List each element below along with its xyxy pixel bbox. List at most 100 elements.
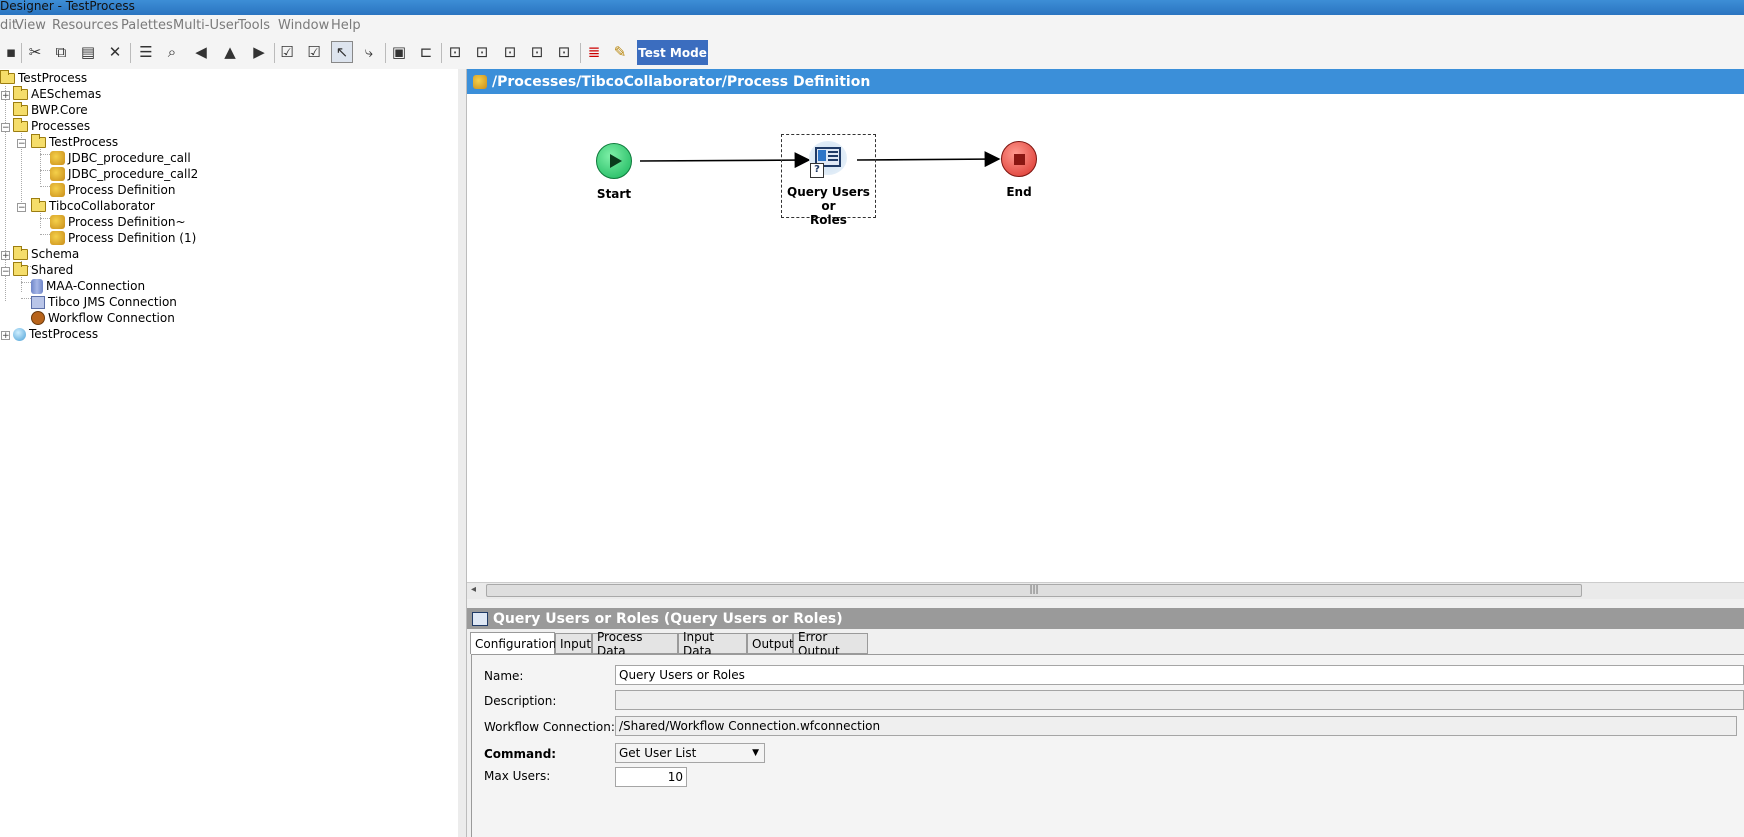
save-icon[interactable]: ▪ bbox=[0, 41, 22, 63]
forward-icon[interactable]: ▶ bbox=[248, 41, 270, 63]
menu-multi-user[interactable]: Multi-User bbox=[173, 18, 239, 33]
description-label: Description: bbox=[484, 694, 557, 708]
tree-label: Processes bbox=[31, 119, 91, 133]
transition-arrows bbox=[639, 151, 1001, 169]
validate-all-icon[interactable]: ☑ bbox=[303, 41, 325, 63]
query-users-activity-icon bbox=[472, 611, 488, 626]
tree-item-process-definition-tilde[interactable]: Process Definition~ bbox=[50, 214, 186, 230]
align-bottom-icon[interactable]: ⊡ bbox=[553, 41, 575, 63]
max-users-field[interactable]: 10 bbox=[615, 767, 687, 787]
workflow-connection-icon bbox=[31, 311, 45, 325]
tree-item-maa-connection[interactable]: MAA-Connection bbox=[31, 278, 145, 294]
tree-item-processes[interactable]: Processes bbox=[13, 117, 91, 134]
select-tool-icon[interactable]: ↖ bbox=[331, 41, 353, 63]
start-label: Start bbox=[596, 187, 632, 201]
tab-input[interactable]: Input bbox=[555, 633, 592, 654]
process-icon bbox=[50, 183, 65, 197]
tree-label: Process Definition~ bbox=[68, 215, 186, 229]
folder-open-icon bbox=[13, 117, 28, 132]
panel-divider[interactable] bbox=[467, 599, 1744, 608]
group-icon[interactable]: ▣ bbox=[388, 41, 410, 63]
tester-broom-icon[interactable]: ✎ bbox=[609, 41, 631, 63]
tree-item-schema[interactable]: Schema bbox=[13, 245, 79, 262]
tree-item-process-definition-1[interactable]: Process Definition (1) bbox=[50, 230, 196, 246]
tab-configuration[interactable]: Configuration bbox=[470, 632, 556, 654]
menu-tools[interactable]: Tools bbox=[238, 18, 270, 33]
paste-icon[interactable]: ▤ bbox=[77, 41, 99, 63]
collapse-toggle-icon[interactable]: − bbox=[17, 203, 26, 213]
process-path: /Processes/TibcoCollaborator/Process Def… bbox=[492, 73, 871, 90]
folder-open-icon bbox=[0, 69, 15, 84]
folder-open-icon bbox=[31, 197, 46, 212]
folder-icon bbox=[13, 101, 28, 116]
command-select[interactable]: Get User List ▼ bbox=[615, 743, 765, 763]
expand-toggle-icon[interactable]: + bbox=[1, 251, 10, 261]
process-canvas[interactable]: Start ? Query Users or Roles End bbox=[467, 94, 1744, 582]
test-mode-button[interactable]: Test Mode bbox=[637, 40, 708, 65]
tree-item-tibco-jms-connection[interactable]: Tibco JMS Connection bbox=[31, 294, 177, 310]
delete-icon[interactable]: ✕ bbox=[104, 41, 126, 63]
database-icon bbox=[31, 278, 43, 294]
end-node[interactable] bbox=[1001, 141, 1037, 177]
start-node[interactable] bbox=[596, 143, 632, 179]
tree-item-testprocess-folder[interactable]: TestProcess bbox=[31, 133, 118, 150]
jms-connection-icon bbox=[31, 295, 45, 309]
tab-input-data[interactable]: Input Data bbox=[678, 630, 747, 658]
menu-resources[interactable]: Resources bbox=[52, 18, 118, 33]
tree-item-process-definition[interactable]: Process Definition bbox=[50, 182, 175, 198]
pane-splitter[interactable] bbox=[458, 69, 467, 837]
tree-item-workflow-connection[interactable]: Workflow Connection bbox=[31, 310, 175, 326]
tree-item-bwp-core[interactable]: BWP.Core bbox=[13, 101, 88, 118]
validate-icon[interactable]: ☑ bbox=[276, 41, 298, 63]
expand-toggle-icon[interactable]: + bbox=[1, 331, 10, 341]
tree-item-jdbc-procedure-call[interactable]: JDBC_procedure_call bbox=[50, 150, 191, 166]
scroll-left-icon[interactable]: ◂ bbox=[471, 584, 476, 595]
tree-item-aeschemas[interactable]: AESchemas bbox=[13, 85, 101, 102]
menu-help[interactable]: Help bbox=[331, 18, 361, 33]
description-field[interactable] bbox=[615, 690, 1744, 710]
up-icon[interactable]: ▲ bbox=[219, 41, 241, 63]
folder-open-icon bbox=[31, 133, 46, 148]
tree-root-testprocess[interactable]: TestProcess bbox=[0, 69, 87, 86]
command-select-value: Get User List bbox=[619, 746, 697, 760]
tree-item-shared[interactable]: Shared bbox=[13, 261, 73, 278]
align-right-icon[interactable]: ⊡ bbox=[499, 41, 521, 63]
name-field[interactable]: Query Users or Roles bbox=[615, 665, 1744, 685]
search-icon[interactable]: ⌕ bbox=[161, 41, 183, 63]
transition-activity-to-end bbox=[856, 151, 1001, 168]
ungroup-icon[interactable]: ⊏ bbox=[415, 41, 437, 63]
max-users-label: Max Users: bbox=[484, 769, 551, 783]
menu-view[interactable]: View bbox=[15, 18, 46, 33]
workflow-connection-field[interactable]: /Shared/Workflow Connection.wfconnection bbox=[615, 716, 1737, 736]
align-top-icon[interactable]: ⊡ bbox=[526, 41, 548, 63]
tab-process-data[interactable]: Process Data bbox=[592, 630, 678, 658]
tab-output[interactable]: Output bbox=[747, 633, 794, 654]
tree-item-tibcocollaborator[interactable]: TibcoCollaborator bbox=[31, 197, 155, 214]
window-title: Designer - TestProcess bbox=[0, 0, 135, 13]
menu-window[interactable]: Window bbox=[278, 18, 329, 33]
collapse-toggle-icon[interactable]: − bbox=[1, 123, 10, 133]
align-center-icon[interactable]: ⊡ bbox=[471, 41, 493, 63]
collapse-toggle-icon[interactable]: − bbox=[1, 267, 10, 277]
scrollbar-thumb[interactable]: ||| bbox=[486, 584, 1582, 597]
tree-item-jdbc-procedure-call2[interactable]: JDBC_procedure_call2 bbox=[50, 166, 198, 182]
align-left-icon[interactable]: ⊡ bbox=[444, 41, 466, 63]
activity-details-header: Query Users or Roles (Query Users or Rol… bbox=[467, 608, 1744, 629]
collapse-toggle-icon[interactable]: − bbox=[17, 139, 26, 149]
name-label: Name: bbox=[484, 669, 524, 683]
toolbar: ▪ ✂ ⧉ ▤ ✕ ☰ ⌕ ◀ ▲ ▶ ☑ ☑ ↖ ⤷ ▣ ⊏ ⊡ ⊡ ⊡ ⊡ … bbox=[0, 37, 1744, 69]
tree-item-testprocess-global[interactable]: TestProcess bbox=[13, 326, 98, 342]
tree-label: Process Definition (1) bbox=[68, 231, 197, 245]
expand-toggle-icon[interactable]: + bbox=[1, 91, 10, 101]
folder-icon bbox=[13, 85, 28, 100]
menu-palettes[interactable]: Palettes bbox=[121, 18, 173, 33]
find-icon[interactable]: ☰ bbox=[135, 41, 157, 63]
project-tree[interactable]: TestProcess + AESchemas BWP.Core − Proce… bbox=[0, 69, 459, 837]
copy-icon[interactable]: ⧉ bbox=[50, 41, 72, 63]
tab-error-output[interactable]: Error Output bbox=[793, 630, 868, 658]
back-icon[interactable]: ◀ bbox=[190, 41, 212, 63]
breakpoint-list-icon[interactable]: ≣ bbox=[583, 41, 605, 63]
transition-tool-icon[interactable]: ⤷ bbox=[358, 41, 380, 63]
cut-icon[interactable]: ✂ bbox=[24, 41, 46, 63]
query-users-activity-icon[interactable]: ? bbox=[809, 141, 847, 178]
